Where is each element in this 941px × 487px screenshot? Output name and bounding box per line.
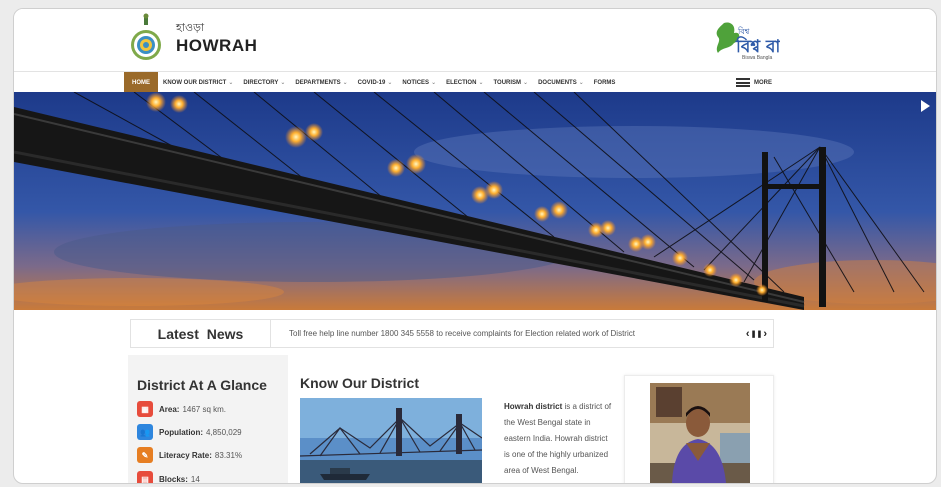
nav-item-label: FORMS bbox=[593, 79, 616, 86]
nav-item-know-our-district[interactable]: KNOW OUR DISTRICT ⌄ bbox=[158, 72, 238, 93]
howrah-bridge-image[interactable] bbox=[300, 398, 482, 483]
stat-label: Area: bbox=[159, 404, 180, 414]
hero-bridge-image bbox=[14, 92, 936, 310]
nav-item-directory[interactable]: DIRECTORY ⌄ bbox=[238, 72, 290, 93]
book-icon: ✎ bbox=[137, 447, 153, 463]
know-district-body: is a district of the West Bengal state i… bbox=[504, 402, 612, 475]
blocks-icon: ▤ bbox=[137, 471, 153, 483]
latest-news-bar: Latest News Toll free help line number 1… bbox=[130, 319, 774, 348]
main-navigation: HOME KNOW OUR DISTRICT ⌄ DIRECTORY ⌄ DEPARTME… bbox=[14, 71, 936, 93]
nav-item-label: HOME bbox=[132, 79, 150, 86]
district-glance-panel: District At A Glance ▦ Area: 1467 sq km.… bbox=[128, 355, 288, 484]
browser-frame: হাওড়া HOWRAH বিশ্ব বিশ্ব বাংলা Biswa Ba… bbox=[13, 8, 937, 484]
hamburger-icon bbox=[736, 78, 750, 87]
site-name[interactable]: HOWRAH bbox=[176, 36, 257, 56]
news-pause-icon[interactable]: ❚❚ bbox=[751, 330, 763, 338]
latest-news-title: Latest News bbox=[131, 320, 271, 347]
stat-value: 14 bbox=[190, 474, 200, 484]
news-ticker-text[interactable]: Toll free help line number 1800 345 5558… bbox=[289, 320, 719, 347]
know-district-bold: Howrah district bbox=[504, 402, 563, 411]
nav-item-forms[interactable]: FORMS bbox=[589, 72, 621, 93]
chevron-down-icon: ⌄ bbox=[578, 80, 584, 86]
nav-item-tourism[interactable]: TOURISM ⌄ bbox=[488, 72, 533, 93]
map-icon: ▦ bbox=[137, 401, 153, 417]
stat-value: 1467 sq km. bbox=[182, 404, 227, 414]
more-label: MORE bbox=[754, 79, 772, 86]
stat-label: Blocks: bbox=[159, 474, 188, 484]
nav-item-label: DOCUMENTS bbox=[538, 79, 577, 86]
biswa-bangla-logo[interactable]: বিশ্ব বিশ্ব বাংলা Biswa Bangla bbox=[708, 19, 806, 65]
chevron-down-icon: ⌄ bbox=[387, 80, 393, 86]
people-icon: 👥 bbox=[137, 424, 153, 440]
nav-item-label: TOURISM bbox=[493, 79, 522, 86]
stat-label: Literacy Rate: bbox=[159, 450, 212, 460]
know-district-text: Howrah district is a district of the Wes… bbox=[504, 399, 612, 483]
nav-item-label: KNOW OUR DISTRICT bbox=[163, 79, 227, 86]
slider-next-icon[interactable] bbox=[921, 100, 930, 112]
nav-item-label: DEPARTMENTS bbox=[295, 79, 341, 86]
nav-item-label: COVID-19 bbox=[357, 79, 386, 86]
nav-item-label: ELECTION bbox=[446, 79, 477, 86]
know-district-title: Know Our District bbox=[300, 375, 420, 391]
biswa-bangla-tagline: Biswa Bangla bbox=[742, 55, 773, 61]
nav-item-election[interactable]: ELECTION ⌄ bbox=[441, 72, 488, 93]
stat-value: 83.31% bbox=[214, 450, 243, 460]
chevron-down-icon: ⌄ bbox=[478, 80, 484, 86]
hero-slider[interactable] bbox=[14, 92, 936, 310]
stat-blocks: ▤ Blocks: 14 bbox=[137, 471, 200, 484]
officer-card[interactable] bbox=[624, 375, 774, 483]
stat-value: 4,850,029 bbox=[206, 427, 242, 437]
nav-item-departments[interactable]: DEPARTMENTS ⌄ bbox=[290, 72, 352, 93]
stat-area: ▦ Area: 1467 sq km. bbox=[137, 401, 226, 417]
officer-photo bbox=[650, 383, 750, 483]
biswa-bangla-text: বিশ্ব বাংলা bbox=[735, 35, 780, 57]
chevron-down-icon: ⌄ bbox=[342, 80, 348, 86]
nav-item-label: DIRECTORY bbox=[243, 79, 279, 86]
more-menu-button[interactable]: MORE bbox=[736, 72, 772, 93]
chevron-down-icon: ⌄ bbox=[523, 80, 529, 86]
emblem-icon[interactable] bbox=[130, 13, 162, 65]
site-header: হাওড়া HOWRAH বিশ্ব বিশ্ব বাংলা Biswa Ba… bbox=[14, 9, 936, 71]
nav-item-label: NOTICES bbox=[402, 79, 430, 86]
biswa-bangla-small-text: বিশ্ব bbox=[737, 27, 750, 36]
chevron-down-icon: ⌄ bbox=[228, 80, 234, 86]
nav-item-notices[interactable]: NOTICES ⌄ bbox=[397, 72, 441, 93]
news-next-icon[interactable]: › bbox=[763, 328, 767, 340]
nav-items: HOME KNOW OUR DISTRICT ⌄ DIRECTORY ⌄ DEPARTME… bbox=[124, 72, 620, 93]
chevron-down-icon: ⌄ bbox=[280, 80, 286, 86]
chevron-down-icon: ⌄ bbox=[431, 80, 437, 86]
nav-item-documents[interactable]: DOCUMENTS ⌄ bbox=[533, 72, 589, 93]
stat-population: 👥 Population: 4,850,029 bbox=[137, 424, 242, 440]
news-controls: ‹ ❚❚ › bbox=[746, 320, 767, 347]
stat-label: Population: bbox=[159, 427, 203, 437]
glance-title: District At A Glance bbox=[137, 377, 267, 393]
stat-literacy: ✎ Literacy Rate: 83.31% bbox=[137, 447, 242, 463]
news-prev-icon[interactable]: ‹ bbox=[746, 328, 750, 340]
nav-item-home[interactable]: HOME bbox=[124, 72, 158, 93]
nav-item-covid-19[interactable]: COVID-19 ⌄ bbox=[353, 72, 398, 93]
